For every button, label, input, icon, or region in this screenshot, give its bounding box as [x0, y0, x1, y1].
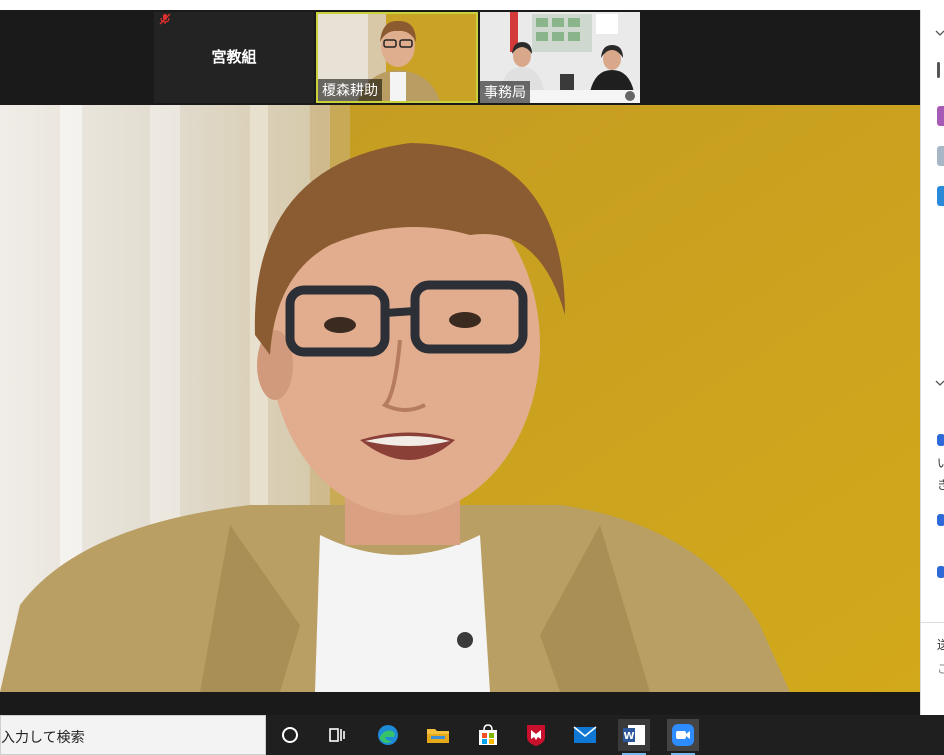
svg-text:W: W: [623, 731, 634, 742]
mail-icon[interactable]: [569, 719, 601, 751]
chat-input-placeholder[interactable]: こ: [937, 660, 944, 677]
chevron-down-icon[interactable]: [935, 28, 944, 38]
window-top-strip: [0, 0, 944, 10]
store-icon[interactable]: [472, 719, 504, 751]
search-placeholder: 入力して検索: [1, 730, 85, 746]
edge-icon[interactable]: [372, 719, 404, 751]
cursor-icon: [937, 62, 940, 78]
muted-microphone-icon: [159, 13, 171, 25]
cortana-icon[interactable]: [274, 719, 306, 751]
chat-panel-partial: い き 送 こ: [920, 10, 944, 715]
participant-tile-name-only[interactable]: 宮教組: [154, 12, 314, 103]
avatar-icon: [937, 146, 944, 166]
message-sender-link[interactable]: [937, 514, 944, 526]
participant-name: 宮教組: [211, 48, 257, 66]
main-speaker-video[interactable]: [0, 105, 920, 692]
message-sender-link[interactable]: [937, 434, 944, 446]
avatar-icon: [937, 106, 944, 126]
word-icon[interactable]: W: [618, 719, 650, 755]
avatar-icon: [937, 186, 944, 206]
message-sender-link[interactable]: [937, 566, 944, 578]
participant-tile-video-speaker[interactable]: 榎森耕助: [316, 12, 478, 103]
divider: [921, 622, 944, 623]
zoom-icon[interactable]: [667, 719, 699, 755]
speaker-video-feed: [0, 105, 920, 692]
windows-taskbar: 入力して検索 W: [0, 715, 944, 755]
taskbar-search-box[interactable]: 入力して検索: [0, 715, 266, 755]
file-explorer-icon[interactable]: [422, 719, 454, 751]
chevron-down-icon[interactable]: [935, 378, 944, 388]
participant-thumbnail-strip: 宮教組 榎森耕助 事務局: [0, 10, 920, 105]
chat-message-text: い: [937, 454, 944, 471]
chat-message-text: き: [937, 476, 944, 493]
participant-name-label: 榎森耕助: [318, 79, 382, 101]
task-view-icon[interactable]: [322, 719, 354, 751]
send-to-label: 送: [937, 636, 944, 653]
participant-name-label: 事務局: [480, 81, 530, 103]
meeting-toolbar-strip: [0, 692, 920, 715]
participant-tile-video-office[interactable]: 事務局: [480, 12, 640, 103]
mcafee-icon[interactable]: [520, 719, 552, 751]
zoom-meeting-window: 宮教組 榎森耕助 事務局: [0, 10, 920, 715]
